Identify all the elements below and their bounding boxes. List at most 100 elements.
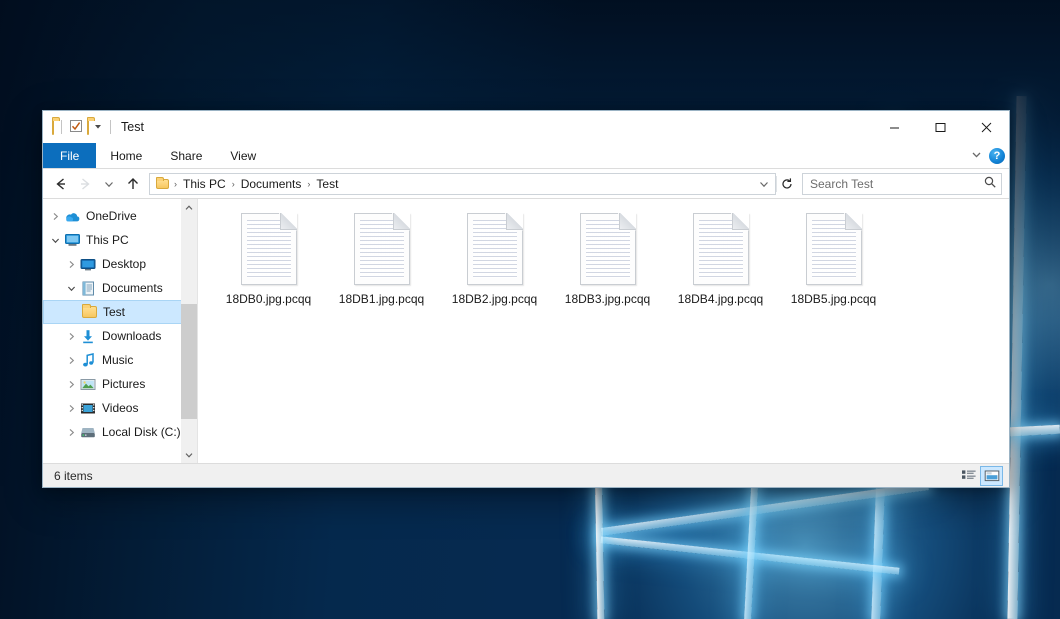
sidebar-item-downloads[interactable]: Downloads bbox=[43, 324, 197, 348]
chevron-down-icon[interactable] bbox=[63, 284, 79, 293]
computer-icon bbox=[63, 233, 81, 247]
desktop-icon bbox=[79, 258, 97, 271]
sidebar-item-label: Desktop bbox=[102, 257, 146, 271]
sidebar-item-local-disk-c[interactable]: Local Disk (C:) bbox=[43, 420, 197, 444]
minimize-button[interactable] bbox=[871, 111, 917, 143]
file-item[interactable]: 18DB2.jpg.pcqq bbox=[438, 207, 551, 331]
folder-icon bbox=[80, 306, 98, 318]
sidebar-item-label: Documents bbox=[102, 281, 163, 295]
sidebar-item-label: Music bbox=[102, 353, 133, 367]
up-button[interactable] bbox=[121, 172, 145, 196]
ribbon-right-controls: ? bbox=[970, 143, 1005, 169]
forward-button[interactable] bbox=[73, 172, 97, 196]
generic-document-icon bbox=[241, 213, 297, 285]
large-icons-view-icon[interactable] bbox=[980, 466, 1003, 486]
sidebar-item-label: Local Disk (C:) bbox=[102, 425, 181, 439]
qat-divider-2 bbox=[110, 120, 111, 134]
close-button[interactable] bbox=[963, 111, 1009, 143]
sidebar-item-music[interactable]: Music bbox=[43, 348, 197, 372]
tab-file[interactable]: File bbox=[43, 143, 96, 168]
search-box[interactable] bbox=[802, 173, 1002, 195]
scrollbar-thumb[interactable] bbox=[181, 304, 197, 419]
sidebar-item-pictures[interactable]: Pictures bbox=[43, 372, 197, 396]
help-icon[interactable]: ? bbox=[989, 148, 1005, 164]
tab-share[interactable]: Share bbox=[156, 143, 216, 168]
breadcrumb-test[interactable]: Test bbox=[311, 175, 343, 193]
chevron-right-icon[interactable] bbox=[63, 404, 79, 413]
file-item[interactable]: 18DB5.jpg.pcqq bbox=[777, 207, 890, 331]
scroll-down-arrow[interactable] bbox=[181, 446, 197, 463]
file-name: 18DB5.jpg.pcqq bbox=[791, 292, 876, 307]
title-bar: Test bbox=[43, 111, 1009, 143]
sidebar-item-label: OneDrive bbox=[86, 209, 137, 223]
refresh-icon[interactable] bbox=[777, 174, 796, 194]
window-title: Test bbox=[121, 120, 144, 134]
details-view-icon[interactable] bbox=[957, 466, 980, 486]
file-item[interactable]: 18DB3.jpg.pcqq bbox=[551, 207, 664, 331]
file-item[interactable]: 18DB0.jpg.pcqq bbox=[212, 207, 325, 331]
maximize-button[interactable] bbox=[917, 111, 963, 143]
sidebar-item-videos[interactable]: Videos bbox=[43, 396, 197, 420]
back-button[interactable] bbox=[49, 172, 73, 196]
generic-document-icon bbox=[354, 213, 410, 285]
generic-document-icon bbox=[580, 213, 636, 285]
file-name: 18DB4.jpg.pcqq bbox=[678, 292, 763, 307]
folder-icon bbox=[154, 179, 173, 189]
new-folder-icon[interactable] bbox=[87, 120, 89, 134]
file-item[interactable]: 18DB4.jpg.pcqq bbox=[664, 207, 777, 331]
downloads-icon bbox=[79, 329, 97, 344]
file-name: 18DB3.jpg.pcqq bbox=[565, 292, 650, 307]
sidebar-item-test[interactable]: Test bbox=[43, 300, 197, 324]
address-bar-row: › This PC › Documents › Test bbox=[43, 169, 1009, 199]
item-count-label: 6 items bbox=[54, 469, 93, 483]
chevron-right-icon[interactable] bbox=[63, 332, 79, 341]
folder-icon[interactable] bbox=[52, 120, 54, 134]
tab-view[interactable]: View bbox=[216, 143, 270, 168]
ribbon-tab-bar: File Home Share View ? bbox=[43, 143, 1009, 169]
chevron-right-icon[interactable] bbox=[63, 356, 79, 365]
sidebar-item-label: Videos bbox=[102, 401, 138, 415]
tab-home[interactable]: Home bbox=[96, 143, 156, 168]
generic-document-icon bbox=[693, 213, 749, 285]
navigation-pane-scrollbar[interactable] bbox=[181, 199, 197, 463]
sidebar-item-this-pc[interactable]: This PC bbox=[43, 228, 197, 252]
file-grid: 18DB0.jpg.pcqq 18DB1.jpg.pcqq 18DB2.jpg.… bbox=[212, 207, 1005, 331]
file-item[interactable]: 18DB1.jpg.pcqq bbox=[325, 207, 438, 331]
chevron-down-icon[interactable] bbox=[93, 120, 103, 134]
sidebar-item-label: Pictures bbox=[102, 377, 145, 391]
file-name: 18DB2.jpg.pcqq bbox=[452, 292, 537, 307]
breadcrumb-this-pc[interactable]: This PC bbox=[178, 175, 231, 193]
documents-icon bbox=[79, 281, 97, 296]
search-input[interactable] bbox=[810, 177, 983, 191]
music-icon bbox=[79, 353, 97, 368]
file-list-view[interactable]: 18DB0.jpg.pcqq 18DB1.jpg.pcqq 18DB2.jpg.… bbox=[198, 199, 1009, 463]
recent-locations-button[interactable] bbox=[97, 172, 121, 196]
scroll-up-arrow[interactable] bbox=[181, 199, 197, 216]
chevron-down-icon[interactable] bbox=[47, 236, 63, 245]
sidebar-item-label: This PC bbox=[86, 233, 129, 247]
sidebar-item-onedrive[interactable]: OneDrive bbox=[43, 204, 197, 228]
chevron-right-icon[interactable] bbox=[47, 212, 63, 221]
file-name: 18DB1.jpg.pcqq bbox=[339, 292, 424, 307]
chevron-down-icon[interactable] bbox=[970, 148, 983, 164]
sidebar-item-label: Test bbox=[103, 305, 125, 319]
search-icon[interactable] bbox=[983, 175, 997, 192]
breadcrumb-documents[interactable]: Documents bbox=[236, 175, 307, 193]
file-explorer-window: Test File Home Share View bbox=[42, 110, 1010, 488]
address-bar[interactable]: › This PC › Documents › Test bbox=[149, 173, 776, 195]
generic-document-icon bbox=[806, 213, 862, 285]
chevron-right-icon[interactable] bbox=[63, 380, 79, 389]
videos-icon bbox=[79, 402, 97, 415]
window-controls bbox=[871, 111, 1009, 143]
chevron-right-icon[interactable] bbox=[63, 260, 79, 269]
navigation-pane: OneDrive This PC bbox=[43, 199, 198, 463]
onedrive-icon bbox=[63, 210, 81, 223]
explorer-body: OneDrive This PC bbox=[43, 199, 1009, 463]
quick-access-toolbar bbox=[43, 119, 114, 136]
pictures-icon bbox=[79, 378, 97, 391]
chevron-right-icon[interactable] bbox=[63, 428, 79, 437]
sidebar-item-desktop[interactable]: Desktop bbox=[43, 252, 197, 276]
address-dropdown-icon[interactable] bbox=[754, 174, 773, 194]
properties-icon[interactable] bbox=[69, 119, 83, 136]
sidebar-item-documents[interactable]: Documents bbox=[43, 276, 197, 300]
